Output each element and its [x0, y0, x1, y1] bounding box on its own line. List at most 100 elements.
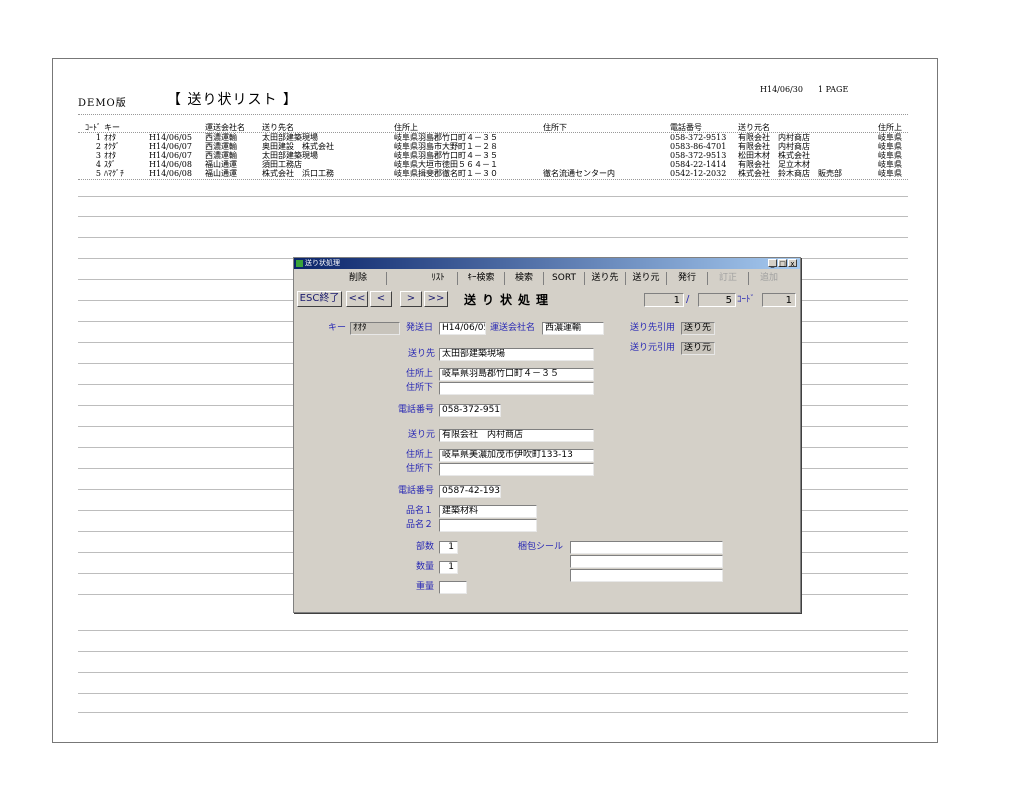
cell-addr1: 岐阜県羽島郡竹口町４－３５ — [394, 151, 498, 160]
carrier-field[interactable]: 西濃運輸 — [542, 322, 604, 335]
dest-addr1-label: 住所上 — [406, 369, 434, 379]
app-icon — [296, 260, 303, 267]
cell-key: ｵｵﾀ — [104, 133, 116, 142]
list-header: ｺｰﾄﾞ キー 運送会社名 送り先名 住所上 住所下 電話番号 送り元名 住所上 — [78, 123, 908, 132]
record-total: 5 — [698, 293, 736, 307]
table-row[interactable]: 4 ｽﾀﾞ H14/06/08 福山通運 須田工務店 岐阜県大垣市徳田５６４－１… — [78, 160, 908, 169]
report-line — [78, 196, 908, 197]
src-addr2-field[interactable] — [439, 463, 594, 476]
dest-tel-field[interactable]: 058-372-9513 — [439, 404, 501, 417]
src-addr1-label: 住所上 — [406, 450, 434, 460]
delete-button[interactable]: 削除 — [332, 270, 384, 286]
cell-dest-name: 須田工務店 — [262, 160, 302, 169]
dest-addr1-field[interactable]: 岐阜県羽島郡竹口町４－３５ — [439, 368, 594, 381]
cell-addr1: 岐阜県大垣市徳田５６４－１ — [394, 160, 498, 169]
list-end-divider — [78, 179, 908, 180]
cell-src-name: 有限会社 内村商店 — [738, 142, 810, 151]
cell-addr1: 岐阜県揖斐郡徹名町１－３０ — [394, 169, 498, 178]
packing-field-3[interactable] — [570, 569, 723, 582]
toolbar-separator — [386, 272, 387, 285]
shipping-slip-window: 送り状処理 _ □ x 削除 ﾘｽﾄ ｷｰ検索 検索 SORT 送り先 送り元 … — [293, 257, 801, 613]
toolbar-separator — [625, 272, 626, 285]
destination-button[interactable]: 送り先 — [586, 270, 624, 286]
next-record-button[interactable]: > — [400, 291, 422, 307]
qty-label: 数量 — [416, 562, 435, 572]
carrier-label: 運送会社名 — [490, 323, 536, 333]
units-field[interactable]: 1 — [439, 541, 458, 554]
minimize-button[interactable]: _ — [768, 259, 777, 268]
item1-field[interactable]: 建築材料 — [439, 505, 537, 518]
cell-key: ｵｵﾀ — [104, 151, 116, 160]
dest-addr2-field[interactable] — [439, 382, 594, 395]
cell-date: H14/06/07 — [149, 151, 192, 160]
cell-src-name: 松田木材 株式会社 — [738, 151, 810, 160]
window-titlebar[interactable]: 送り状処理 _ □ x — [294, 258, 800, 269]
cell-code: 3 — [95, 151, 101, 160]
esc-exit-button[interactable]: ESC終了 — [297, 291, 342, 307]
item2-field[interactable] — [439, 519, 537, 532]
search-button[interactable]: 検索 — [506, 270, 542, 286]
cell-dest-name: 株式会社 浜口工務 — [262, 169, 334, 178]
table-row[interactable]: 1 ｵｵﾀ H14/06/05 西濃運輸 太田部建築現場 岐阜県羽島郡竹口町４－… — [78, 133, 908, 142]
dest-addr2-label: 住所下 — [406, 383, 434, 393]
cell-code: 5 — [95, 169, 101, 178]
col-dest-name: 送り先名 — [262, 123, 294, 132]
report-line — [78, 712, 908, 713]
cell-key: ﾊﾏｸﾞﾁ — [104, 169, 124, 178]
dest-name-field[interactable]: 太田部建築現場 — [439, 348, 594, 361]
table-row[interactable]: 3 ｵｵﾀ H14/06/07 西濃運輸 太田部建築現場 岐阜県羽島郡竹口町４－… — [78, 151, 908, 160]
src-ref-field[interactable]: 送り元 — [681, 342, 715, 355]
src-tel-field[interactable]: 0587-42-1939 — [439, 485, 501, 498]
src-addr1-field[interactable]: 岐阜県美濃加茂市伊吹町133-13 — [439, 449, 594, 462]
dest-ref-field[interactable]: 送り先 — [681, 322, 715, 335]
src-ref-label: 送り元引用 — [630, 343, 676, 353]
report-page-number: 1 PAGE — [818, 85, 849, 94]
report-line — [78, 630, 908, 631]
key-field[interactable]: ｵｵﾀ — [350, 322, 400, 335]
toolbar-separator — [707, 272, 708, 285]
qty-field[interactable]: 1 — [439, 561, 458, 574]
col-key: キー — [104, 123, 120, 132]
report-line — [78, 693, 908, 694]
table-row[interactable]: 5 ﾊﾏｸﾞﾁ H14/06/08 福山通運 株式会社 浜口工務 岐阜県揖斐郡徹… — [78, 169, 908, 178]
demo-label: DEMO版 — [78, 98, 127, 109]
window-title: 送り状処理 — [305, 259, 340, 267]
close-button[interactable]: x — [788, 259, 797, 268]
add-button[interactable]: 追加 — [750, 270, 788, 286]
cell-dest-name: 太田部建築現場 — [262, 151, 318, 160]
packing-field-1[interactable] — [570, 541, 723, 554]
list-button[interactable]: ﾘｽﾄ — [420, 270, 456, 286]
code-value: 1 — [762, 293, 796, 307]
ship-date-field[interactable]: H14/06/05 — [439, 322, 486, 335]
weight-field[interactable] — [439, 581, 467, 594]
correct-button[interactable]: 訂正 — [709, 270, 747, 286]
cell-carrier: 福山通運 — [205, 160, 237, 169]
col-addr1: 住所上 — [394, 123, 418, 132]
cell-carrier: 西濃運輸 — [205, 151, 237, 160]
maximize-button[interactable]: □ — [778, 259, 787, 268]
weight-label: 重量 — [416, 582, 435, 592]
first-record-button[interactable]: << — [346, 291, 368, 307]
source-button[interactable]: 送り元 — [627, 270, 665, 286]
cell-src-addr1: 岐阜県 — [878, 151, 902, 160]
sort-button[interactable]: SORT — [545, 270, 583, 286]
packing-label: 梱包シール — [518, 542, 564, 552]
col-code: ｺｰﾄﾞ — [85, 123, 101, 132]
cell-src-addr1: 岐阜県 — [878, 142, 902, 151]
report-line — [78, 651, 908, 652]
cell-date: H14/06/07 — [149, 142, 192, 151]
packing-field-2[interactable] — [570, 555, 723, 568]
cell-date: H14/06/08 — [149, 169, 192, 178]
col-tel: 電話番号 — [670, 123, 702, 132]
cell-src-name: 有限会社 内村商店 — [738, 133, 810, 142]
cell-carrier: 福山通運 — [205, 169, 237, 178]
report-title: 【 送り状リスト 】 — [167, 92, 298, 108]
src-name-field[interactable]: 有限会社 内村商店 — [439, 429, 594, 442]
last-record-button[interactable]: >> — [424, 291, 448, 307]
key-search-button[interactable]: ｷｰ検索 — [459, 270, 503, 286]
report-line — [78, 672, 908, 673]
prev-record-button[interactable]: < — [370, 291, 392, 307]
issue-button[interactable]: 発行 — [668, 270, 706, 286]
table-row[interactable]: 2 ｵｸﾀﾞ H14/06/07 西濃運輸 奥田建設 株式会社 岐阜県羽島市大野… — [78, 142, 908, 151]
dest-label: 送り先 — [408, 349, 436, 359]
